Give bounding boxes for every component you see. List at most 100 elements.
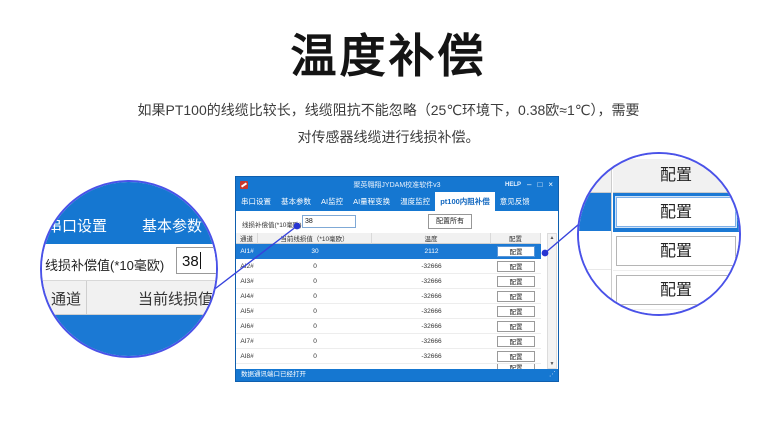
table-row[interactable]: AI7#0-32666 配置	[236, 334, 558, 349]
magnified-configure-button[interactable]: 配置	[616, 314, 736, 316]
table-row[interactable]: AI1#302112配置	[236, 244, 558, 259]
configure-row-button[interactable]: 配置	[497, 336, 535, 347]
table-header-row: 通道 当前线损值（*10毫欧） 温度 配置	[236, 233, 558, 244]
window-controls: HELP – □ ×	[505, 181, 558, 189]
channel-table: 通道 当前线损值（*10毫欧） 温度 配置 AI1#302112配置AI2#0-…	[236, 233, 558, 369]
cell-temperature: -32666	[372, 274, 491, 289]
right-zoom-row: 配置	[613, 232, 739, 271]
left-zoom-toolbar: 线损补偿值(*10毫欧) 38	[42, 244, 216, 281]
page-title: 温度补偿	[0, 20, 777, 86]
right-zoom-rows: 配置配置配置配置	[613, 193, 739, 316]
magnified-configure-button[interactable]: 配置	[616, 236, 736, 266]
magnified-configure-button[interactable]: 配置	[616, 275, 736, 305]
header-channel: 通道	[236, 233, 258, 244]
cell-channel: AI5#	[236, 304, 258, 319]
left-zoom-tab-basic: 基本参数	[142, 215, 202, 236]
right-zoom-row-strip	[579, 154, 612, 314]
minimize-icon[interactable]: –	[527, 181, 531, 189]
left-zoom-col-loss: 当前线损值	[138, 288, 213, 309]
cell-loss: 0	[258, 349, 372, 364]
tab-temp-monitor[interactable]: 温度监控	[395, 192, 435, 211]
tab-serial[interactable]: 串口设置	[236, 192, 276, 211]
loss-compensation-input[interactable]	[302, 215, 356, 228]
strip-row	[579, 231, 611, 270]
subtitle-line-1: 如果PT100的线缆比较长，线缆阻抗不能忽略（25℃环境下，0.38欧≈1℃），…	[0, 97, 777, 124]
left-zoom-tabbar: 串口设置 基本参数	[42, 182, 216, 244]
app-window: 聚英翱翔JYDAM校准软件v3 HELP – □ × 串口设置基本参数AI监控A…	[235, 176, 559, 382]
table-row[interactable]: AI6#0-32666 配置	[236, 319, 558, 334]
left-zoom-tab-serial: 串口设置	[47, 215, 107, 236]
cell-loss: 0	[258, 274, 372, 289]
status-text: 数据通讯端口已经打开	[241, 371, 306, 378]
right-zoom-row: 配置	[613, 310, 739, 316]
cell-configure: 配置	[491, 289, 541, 304]
table-row[interactable]: AI2#0-32666 配置	[236, 259, 558, 274]
status-bar: 数据通讯端口已经打开 ⋰	[236, 369, 558, 381]
tab-feedback[interactable]: 意见反馈	[495, 192, 535, 211]
header-current-loss: 当前线损值（*10毫欧）	[258, 233, 372, 244]
table-scrollbar[interactable]: ▲ ▼	[547, 233, 557, 369]
cell-channel: AI4#	[236, 289, 258, 304]
header-configure: 配置	[491, 233, 541, 244]
app-logo-icon	[240, 181, 248, 189]
table-row[interactable]: AI4#0-32666配置	[236, 289, 558, 304]
left-zoom-selected-row	[42, 315, 216, 358]
cell-configure: 配置	[491, 334, 541, 349]
cell-channel: AI2#	[236, 259, 258, 274]
cell-configure: 配置	[491, 244, 541, 259]
configure-row-button[interactable]: 配置	[497, 351, 535, 362]
cell-temperature: -32666	[372, 319, 491, 334]
scroll-up-icon[interactable]: ▲	[548, 235, 556, 241]
configure-row-button[interactable]: 配置	[497, 306, 535, 317]
table-row[interactable]: AI5#0-32666配置	[236, 304, 558, 319]
window-tabs: 串口设置基本参数AI监控AI量程变换温度监控pt100内阻补偿意见反馈	[236, 192, 558, 211]
tab-pt100-comp[interactable]: pt100内阻补偿	[435, 192, 495, 211]
page-subtitle: 如果PT100的线缆比较长，线缆阻抗不能忽略（25℃环境下，0.38欧≈1℃），…	[0, 97, 777, 151]
cell-loss: 0	[258, 334, 372, 349]
cell-channel: AI6#	[236, 319, 258, 334]
strip-row	[579, 270, 611, 309]
cell-loss: 0	[258, 319, 372, 334]
cell-configure: 配置	[491, 349, 541, 364]
cell-temperature: -32666	[372, 259, 491, 274]
window-toolbar: 线损补偿值(*10毫欧) 配置所有	[236, 211, 558, 233]
cell-loss: 0	[258, 259, 372, 274]
cell-channel: AI7#	[236, 334, 258, 349]
cell-configure: 配置	[491, 259, 541, 274]
subtitle-line-2: 对传感器线缆进行线损补偿。	[0, 124, 777, 151]
configure-row-button[interactable]: 配置	[497, 246, 535, 257]
right-zoom-row: 配置	[613, 271, 739, 310]
tab-ai-monitor[interactable]: AI监控	[316, 192, 348, 211]
resize-grip-icon[interactable]: ⋰	[549, 369, 556, 381]
configure-all-button[interactable]: 配置所有	[428, 214, 472, 229]
strip-header-cell	[579, 159, 611, 193]
cell-channel: AI3#	[236, 274, 258, 289]
right-magnifier-callout: 配置 配置配置配置配置	[577, 152, 741, 316]
cell-temperature: -32666	[372, 334, 491, 349]
configure-row-button[interactable]: 配置	[497, 276, 535, 287]
left-zoom-loss-input: 38	[176, 247, 218, 274]
tab-ai-range[interactable]: AI量程变换	[348, 192, 395, 211]
right-zoom-config-header: 配置	[613, 159, 739, 193]
close-icon[interactable]: ×	[548, 181, 553, 189]
right-zoom-config-column: 配置 配置配置配置配置	[613, 154, 739, 314]
tab-basic-params[interactable]: 基本参数	[276, 192, 316, 211]
column-divider	[86, 281, 87, 314]
table-row[interactable]: AI8#0-32666配置	[236, 349, 558, 364]
maximize-icon[interactable]: □	[537, 181, 542, 189]
cell-temperature: 2112	[372, 244, 491, 259]
cell-temperature: -32666	[372, 289, 491, 304]
cell-configure: 配置	[491, 304, 541, 319]
cell-temperature: -32666	[372, 349, 491, 364]
text-caret	[200, 252, 201, 269]
magnified-configure-button[interactable]: 配置	[616, 197, 736, 227]
configure-row-button[interactable]: 配置	[497, 321, 535, 332]
loss-compensation-label: 线损补偿值(*10毫欧)	[242, 219, 302, 229]
configure-row-button[interactable]: 配置	[497, 291, 535, 302]
table-body: AI1#302112配置AI2#0-32666配置AI3#0-32666配置AI…	[236, 244, 558, 369]
cell-configure: 配置	[491, 319, 541, 334]
help-button[interactable]: HELP	[505, 182, 521, 188]
configure-row-button[interactable]: 配置	[497, 261, 535, 272]
table-row[interactable]: AI3#0-32666 配置	[236, 274, 558, 289]
scroll-down-icon[interactable]: ▼	[548, 361, 556, 367]
